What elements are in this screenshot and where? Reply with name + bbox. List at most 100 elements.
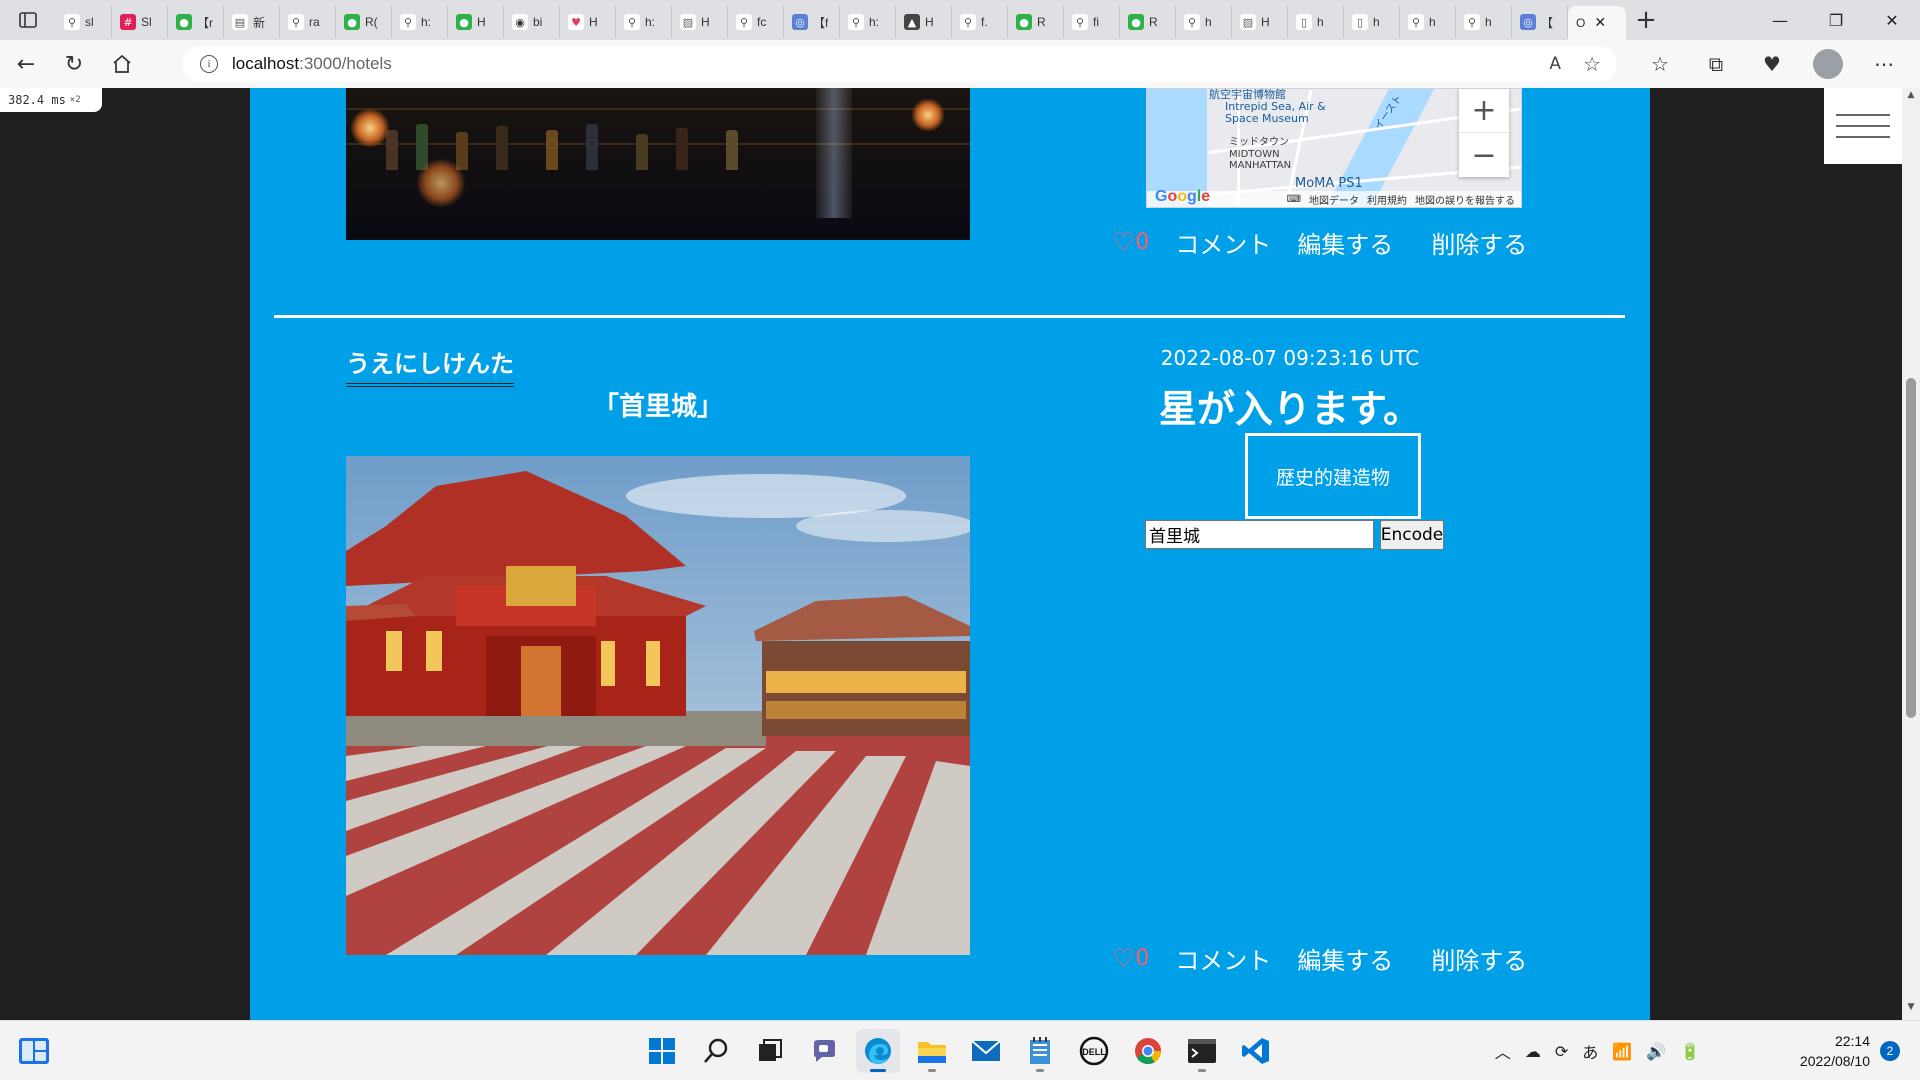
browser-tab[interactable]: ● R <box>1120 6 1176 38</box>
task-view-button[interactable] <box>748 1029 792 1073</box>
post2-comment-link[interactable]: コメント <box>1175 941 1271 976</box>
tab-active[interactable]: O ✕ <box>1568 6 1626 40</box>
tray-overflow-icon[interactable]: ︿ <box>1495 1039 1511 1063</box>
browser-tab[interactable]: ⚲ h: <box>392 6 448 38</box>
refresh-button[interactable]: ↻ <box>52 44 96 84</box>
file-explorer-button[interactable] <box>910 1029 954 1073</box>
browser-tab[interactable]: ▯ h <box>1288 6 1344 38</box>
windows-start-icon <box>649 1038 675 1064</box>
browser-tab[interactable]: ● R <box>1008 6 1064 38</box>
vscode-button[interactable] <box>1234 1029 1278 1073</box>
map-data-link[interactable]: 地図データ <box>1309 192 1359 207</box>
browser-tab[interactable]: ⚲ sl <box>56 6 112 38</box>
browser-tab[interactable]: ⚲ fi <box>1064 6 1120 38</box>
collections-icon: ⧉ <box>1708 52 1724 76</box>
browser-tab[interactable]: ⚲ h <box>1456 6 1512 38</box>
keyboard-shortcuts-icon[interactable]: ⌨ <box>1287 194 1301 205</box>
browser-tab[interactable]: ● R( <box>336 6 392 38</box>
post2-tag[interactable]: 歴史的建造物 <box>1245 433 1421 519</box>
browser-tab[interactable]: ▨ H <box>1232 6 1288 38</box>
browser-tab[interactable]: # Sl <box>112 6 168 38</box>
collections-button[interactable]: ⧉ <box>1690 44 1742 84</box>
minimize-button[interactable]: — <box>1752 0 1808 40</box>
scroll-down-icon[interactable]: ▼ <box>1902 1002 1920 1018</box>
settings-more-button[interactable]: ⋯ <box>1858 44 1910 84</box>
map-zoom-in-button[interactable]: + <box>1459 89 1509 133</box>
browser-tab[interactable]: ⚲ h <box>1176 6 1232 38</box>
home-button[interactable] <box>100 44 144 84</box>
taskbar-search-button[interactable] <box>694 1029 738 1073</box>
new-tab-button[interactable]: + <box>1626 0 1666 40</box>
scroll-up-icon[interactable]: ▲ <box>1902 90 1920 106</box>
folder-icon <box>918 1042 946 1063</box>
read-aloud-icon[interactable]: A <box>1549 54 1561 74</box>
browser-tab[interactable]: ▤ 新 <box>224 6 280 38</box>
post1-delete-link[interactable]: 削除する <box>1431 225 1527 260</box>
chat-button[interactable] <box>802 1029 846 1073</box>
browser-tab[interactable]: ♥ H <box>560 6 616 38</box>
tab-actions-menu-button[interactable] <box>0 0 56 40</box>
map-report-link[interactable]: 地図の誤りを報告する <box>1415 192 1515 207</box>
browser-tab[interactable]: ◎ 【 <box>1512 6 1568 38</box>
browser-tab[interactable]: ⚲ fc <box>728 6 784 38</box>
ime-indicator[interactable]: あ <box>1582 1039 1598 1063</box>
encode-button[interactable]: Encode <box>1380 520 1444 550</box>
wifi-icon[interactable]: 📶 <box>1612 1042 1632 1061</box>
scroll-thumb[interactable] <box>1906 378 1916 718</box>
edge-app-button[interactable] <box>856 1029 900 1073</box>
browser-tab[interactable]: ● H <box>448 6 504 38</box>
tab-strip: ⚲ sl # Sl ● 【r ▤ 新 ⚲ ra ● R(⚲ h: ● H ◉ bi ♥ H ⚲ h: ▨ H ⚲ fc ◎ 【f ⚲ h… <box>0 0 1920 40</box>
terminal-icon <box>1188 1039 1216 1063</box>
hamburger-menu-button[interactable] <box>1824 88 1902 164</box>
address-input[interactable]: 首里城 <box>1145 520 1374 549</box>
browser-tab[interactable]: ● 【r <box>168 6 224 38</box>
mail-button[interactable] <box>964 1029 1008 1073</box>
onedrive-icon[interactable]: ☁ <box>1525 1042 1541 1061</box>
map-zoom-out-button[interactable]: − <box>1459 133 1509 177</box>
browser-tab[interactable]: ▨ H <box>672 6 728 38</box>
restore-button[interactable]: ❐ <box>1808 0 1864 40</box>
browser-tab[interactable]: ◎ 【f <box>784 6 840 38</box>
notification-badge[interactable]: 2 <box>1880 1041 1900 1061</box>
vertical-scrollbar[interactable]: ▲ ▼ <box>1902 88 1920 1020</box>
chrome-button[interactable] <box>1126 1029 1170 1073</box>
qiita-icon: ◎ <box>1520 14 1536 30</box>
post2-like-button[interactable]: ♡ 0 <box>1112 946 1149 972</box>
browser-essentials-button[interactable]: ♥ <box>1746 44 1798 84</box>
site-info-icon[interactable]: i <box>200 55 218 73</box>
tab-label: fc <box>757 15 767 29</box>
post1-like-button[interactable]: ♡ 0 <box>1112 230 1149 256</box>
back-button[interactable]: ← <box>4 44 48 84</box>
browser-tab[interactable]: ◉ bi <box>504 6 560 38</box>
widgets-icon[interactable] <box>18 1037 50 1065</box>
browser-tab[interactable]: ▯ h <box>1344 6 1400 38</box>
profile-button[interactable] <box>1802 44 1854 84</box>
browser-tab[interactable]: ⚲ ra <box>280 6 336 38</box>
start-button[interactable] <box>640 1029 684 1073</box>
dell-app-button[interactable]: DELL <box>1072 1029 1116 1073</box>
post2-edit-link[interactable]: 編集する <box>1297 941 1393 976</box>
favorites-button[interactable]: ☆ <box>1634 44 1686 84</box>
close-window-button[interactable]: ✕ <box>1864 0 1920 40</box>
browser-tab[interactable]: ⚲ h: <box>840 6 896 38</box>
browser-tab[interactable]: ⚲ f. <box>952 6 1008 38</box>
post2-delete-link[interactable]: 削除する <box>1431 941 1527 976</box>
address-bar[interactable]: i localhost:3000/hotels A ☆ <box>182 46 1617 82</box>
browser-tab[interactable]: ▲ H <box>896 6 952 38</box>
post1-edit-link[interactable]: 編集する <box>1297 225 1393 260</box>
tab-label: H <box>589 15 598 29</box>
browser-tab[interactable]: ⚲ h: <box>616 6 672 38</box>
map-terms-link[interactable]: 利用規約 <box>1367 192 1407 207</box>
volume-icon[interactable]: 🔊 <box>1646 1042 1666 1061</box>
post1-comment-link[interactable]: コメント <box>1175 225 1271 260</box>
notepad-button[interactable] <box>1018 1029 1062 1073</box>
battery-icon[interactable]: 🔋 <box>1680 1042 1700 1061</box>
browser-tab[interactable]: ⚲ h <box>1400 6 1456 38</box>
terminal-button[interactable] <box>1180 1029 1224 1073</box>
taskbar-clock[interactable]: 22:14 2022/08/10 <box>1800 1031 1870 1071</box>
post2-username-link[interactable]: うえにしけんた <box>346 344 514 387</box>
tab-close-icon[interactable]: ✕ <box>1594 15 1606 31</box>
sync-icon[interactable]: ⟳ <box>1555 1042 1568 1061</box>
add-favorite-icon[interactable]: ☆ <box>1583 52 1601 76</box>
post1-map[interactable]: 航空宇宙博物館 Intrepid Sea, Air & Space Museum… <box>1146 88 1522 208</box>
